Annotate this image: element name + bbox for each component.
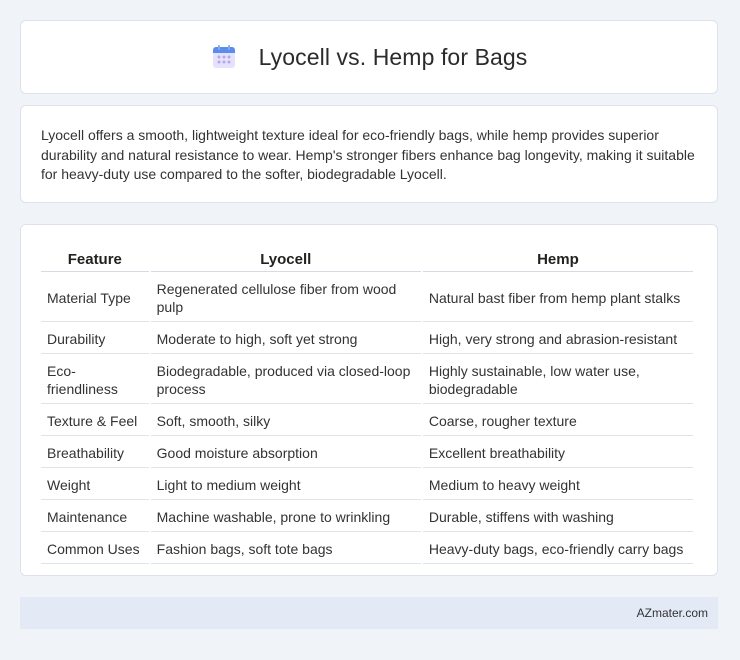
table-row: Maintenance Machine washable, prone to w… bbox=[41, 502, 693, 532]
summary-text: Lyocell offers a smooth, lightweight tex… bbox=[41, 127, 695, 182]
feature-cell: Eco-friendliness bbox=[41, 356, 149, 404]
lyocell-cell: Moderate to high, soft yet strong bbox=[150, 324, 421, 354]
table-row: Material Type Regenerated cellulose fibe… bbox=[41, 274, 693, 322]
table-row: Weight Light to medium weight Medium to … bbox=[41, 470, 693, 500]
header-lyocell: Lyocell bbox=[150, 247, 421, 272]
table-header-row: Feature Lyocell Hemp bbox=[41, 247, 693, 272]
page-title: Lyocell vs. Hemp for Bags bbox=[258, 43, 528, 70]
hemp-cell: Coarse, rougher texture bbox=[422, 406, 693, 436]
hemp-cell: Excellent breathability bbox=[422, 438, 693, 468]
lyocell-cell: Light to medium weight bbox=[150, 470, 421, 500]
feature-cell: Breathability bbox=[41, 438, 149, 468]
table-row: Common Uses Fashion bags, soft tote bags… bbox=[41, 534, 693, 564]
table-row: Breathability Good moisture absorption E… bbox=[41, 438, 693, 468]
header-hemp: Hemp bbox=[422, 247, 693, 272]
feature-cell: Common Uses bbox=[41, 534, 149, 564]
hemp-cell: Highly sustainable, low water use, biode… bbox=[422, 356, 693, 404]
comparison-table-card: Feature Lyocell Hemp Material Type Regen… bbox=[20, 224, 718, 576]
footer-bar: AZmater.com bbox=[20, 597, 718, 629]
hemp-cell: Medium to heavy weight bbox=[422, 470, 693, 500]
title-card: Lyocell vs. Hemp for Bags bbox=[20, 20, 718, 94]
lyocell-cell: Good moisture absorption bbox=[150, 438, 421, 468]
feature-cell: Durability bbox=[41, 324, 149, 354]
lyocell-cell: Soft, smooth, silky bbox=[150, 406, 421, 436]
feature-cell: Material Type bbox=[41, 274, 149, 322]
feature-cell: Maintenance bbox=[41, 502, 149, 532]
feature-cell: Weight bbox=[41, 470, 149, 500]
comparison-table: Feature Lyocell Hemp Material Type Regen… bbox=[39, 245, 695, 566]
hemp-cell: Durable, stiffens with washing bbox=[422, 502, 693, 532]
table-row: Durability Moderate to high, soft yet st… bbox=[41, 324, 693, 354]
lyocell-cell: Regenerated cellulose fiber from wood pu… bbox=[150, 274, 421, 322]
lyocell-cell: Biodegradable, produced via closed-loop … bbox=[150, 356, 421, 404]
hemp-cell: Natural bast fiber from hemp plant stalk… bbox=[422, 274, 693, 322]
feature-cell: Texture & Feel bbox=[41, 406, 149, 436]
calendar-icon bbox=[211, 44, 237, 70]
table-row: Texture & Feel Soft, smooth, silky Coars… bbox=[41, 406, 693, 436]
header-feature: Feature bbox=[41, 247, 149, 272]
footer-brand: AZmater.com bbox=[636, 606, 708, 620]
hemp-cell: High, very strong and abrasion-resistant bbox=[422, 324, 693, 354]
lyocell-cell: Machine washable, prone to wrinkling bbox=[150, 502, 421, 532]
hemp-cell: Heavy-duty bags, eco-friendly carry bags bbox=[422, 534, 693, 564]
summary-card: Lyocell offers a smooth, lightweight tex… bbox=[20, 105, 718, 203]
table-row: Eco-friendliness Biodegradable, produced… bbox=[41, 356, 693, 404]
lyocell-cell: Fashion bags, soft tote bags bbox=[150, 534, 421, 564]
